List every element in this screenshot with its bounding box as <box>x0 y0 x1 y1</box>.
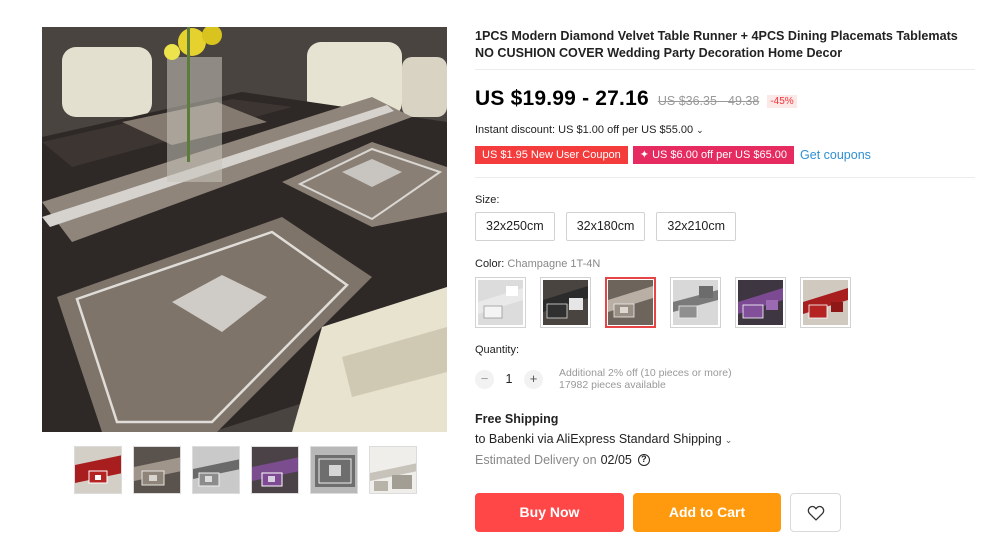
coupon-row: US $1.95 New User Coupon ✦ US $6.00 off … <box>475 146 871 164</box>
thumbnail-image <box>311 447 357 493</box>
size-option-32x250[interactable]: 32x250cm <box>475 212 555 241</box>
stock-available: 17982 pieces available <box>559 379 666 391</box>
thumbnail-6[interactable] <box>369 446 417 494</box>
thumbnail-image <box>193 447 239 493</box>
size-option-32x210[interactable]: 32x210cm <box>656 212 737 241</box>
color-swatches <box>475 277 851 328</box>
new-user-coupon[interactable]: US $1.95 New User Coupon <box>475 146 628 164</box>
thumbnail-2[interactable] <box>133 446 181 494</box>
thumbnail-image <box>370 447 416 493</box>
instant-discount[interactable]: Instant discount: US $1.00 off per US $5… <box>475 124 704 136</box>
original-price: US $36.35 - 49.38 <box>657 94 760 108</box>
thumbnail-3[interactable] <box>192 446 240 494</box>
quantity-label: Quantity: <box>475 344 520 356</box>
thumbnail-image <box>75 447 121 493</box>
delivery-date: 02/05 <box>600 453 632 467</box>
size-option-32x180[interactable]: 32x180cm <box>565 212 646 241</box>
delivery-label: Estimated Delivery on <box>475 453 597 467</box>
help-icon[interactable]: ? <box>637 454 650 466</box>
thumbnail-strip <box>74 446 417 494</box>
color-selected-value: Champagne 1T-4N <box>507 258 601 270</box>
color-label: Color: Champagne 1T-4N <box>475 258 600 270</box>
swatch-image <box>543 280 588 325</box>
bulk-discount-note: Additional 2% off (10 pieces or more) <box>559 367 732 379</box>
buy-now-button[interactable]: Buy Now <box>475 493 624 532</box>
swatch-image <box>478 280 523 325</box>
coupon-divider <box>475 177 975 178</box>
price-row: US $19.99 - 27.16 US $36.35 - 49.38 -45% <box>475 87 797 111</box>
get-coupons-link[interactable]: Get coupons <box>800 148 871 162</box>
shipping-title: Free Shipping <box>475 412 559 426</box>
color-swatch-1[interactable] <box>475 277 526 328</box>
color-swatch-3[interactable] <box>605 277 656 328</box>
swatch-image <box>738 280 783 325</box>
thumbnail-5[interactable] <box>310 446 358 494</box>
chevron-down-icon: ⌄ <box>724 435 733 445</box>
increment-button[interactable]: + <box>524 369 543 389</box>
swatch-image <box>608 280 653 325</box>
color-swatch-2[interactable] <box>540 277 591 328</box>
color-swatch-6[interactable] <box>800 277 851 328</box>
size-label: Size: <box>475 194 500 206</box>
thumbnail-4[interactable] <box>251 446 299 494</box>
quantity-input[interactable]: 1 <box>494 372 524 386</box>
color-swatch-5[interactable] <box>735 277 786 328</box>
main-product-image[interactable] <box>42 27 447 432</box>
title-divider <box>475 69 975 70</box>
discount-badge: -45% <box>767 95 797 108</box>
size-options: 32x250cm 32x180cm 32x210cm <box>475 212 737 241</box>
table-runner-photo <box>42 27 447 432</box>
swatch-image <box>673 280 718 325</box>
thumbnail-image <box>134 447 180 493</box>
quantity-info: Additional 2% off (10 pieces or more) 17… <box>559 367 732 391</box>
thumbnail-image <box>252 447 298 493</box>
heart-outline-icon <box>807 505 824 521</box>
instant-discount-text: Instant discount: US $1.00 off per US $5… <box>475 124 694 136</box>
shipping-destination[interactable]: to Babenki via AliExpress Standard Shipp… <box>475 432 732 446</box>
store-coupon[interactable]: ✦ US $6.00 off per US $65.00 <box>632 146 795 164</box>
add-to-cart-button[interactable]: Add to Cart <box>633 493 781 532</box>
decrement-button[interactable]: − <box>475 369 494 389</box>
shipping-destination-text: to Babenki via AliExpress Standard Shipp… <box>475 432 722 446</box>
chevron-down-icon: ⌄ <box>696 125 704 135</box>
wishlist-button[interactable] <box>790 493 841 532</box>
quantity-stepper: − 1 + Additional 2% off (10 pieces or mo… <box>475 367 732 391</box>
estimated-delivery: Estimated Delivery on 02/05 ? <box>475 453 650 467</box>
current-price: US $19.99 - 27.16 <box>475 87 649 110</box>
color-label-text: Color: <box>475 258 505 270</box>
product-title: 1PCS Modern Diamond Velvet Table Runner … <box>475 29 958 60</box>
swatch-image <box>803 280 848 325</box>
color-swatch-4[interactable] <box>670 277 721 328</box>
thumbnail-1[interactable] <box>74 446 122 494</box>
